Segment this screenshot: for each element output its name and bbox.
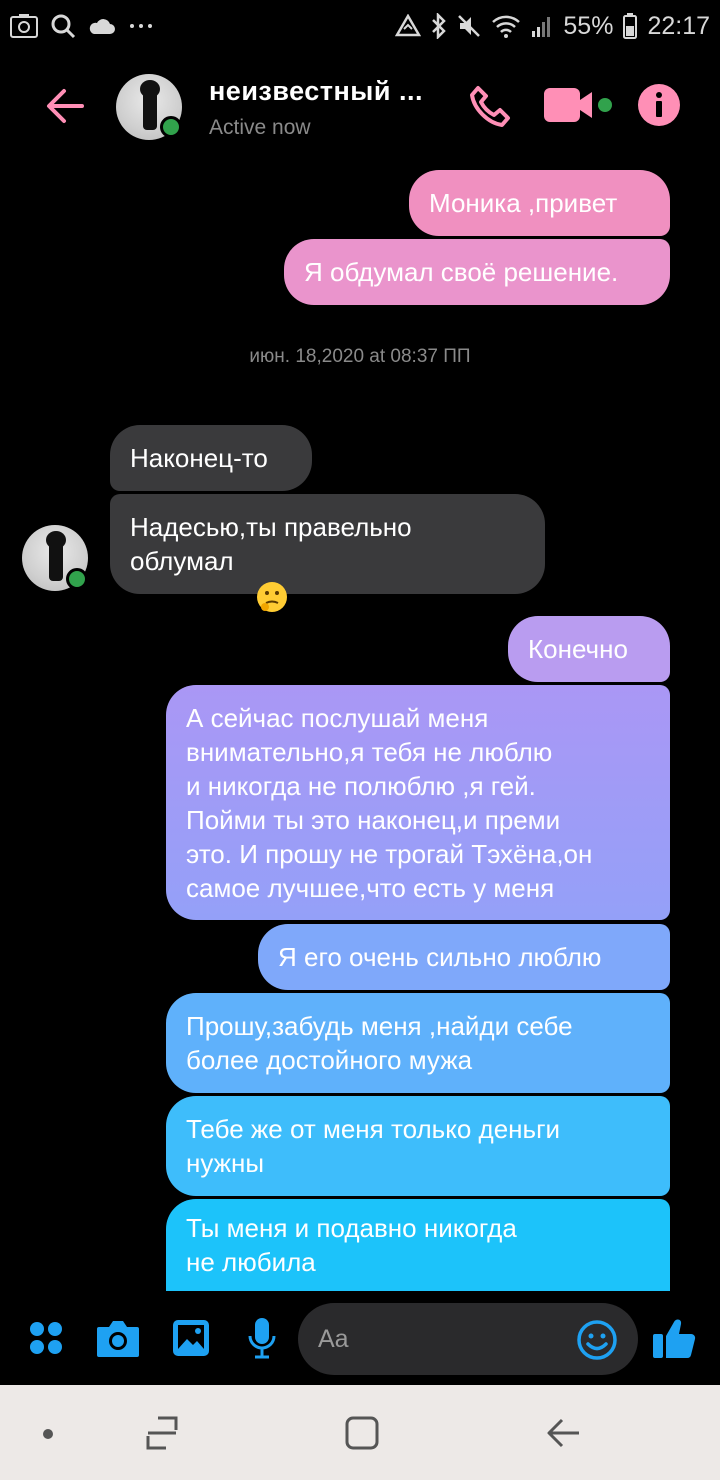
online-indicator: [66, 568, 88, 590]
message-received[interactable]: Наконец-то: [110, 425, 312, 491]
message-sent[interactable]: Я обдумал своё решение.: [284, 239, 670, 305]
mute-icon: [457, 14, 481, 38]
wifi-icon: [491, 14, 521, 38]
message-sent[interactable]: Я его очень сильно люблю: [258, 924, 670, 990]
message-timestamp: июн. 18,2020 at 08:37 ПП: [249, 346, 471, 367]
back-icon[interactable]: [546, 1415, 582, 1456]
video-call-icon[interactable]: [544, 86, 614, 131]
mic-icon[interactable]: [246, 1316, 278, 1365]
battery-percent: 55%: [563, 11, 614, 40]
home-icon[interactable]: [344, 1415, 380, 1456]
status-bar: 55% 22:17: [0, 0, 720, 52]
message-input[interactable]: Aa: [298, 1303, 638, 1375]
cloud-icon: [88, 16, 116, 36]
nav-dot-icon: [42, 1427, 54, 1445]
contact-name[interactable]: неизвестный ...: [209, 76, 423, 107]
signal-icon: [531, 15, 553, 37]
recents-icon[interactable]: [144, 1415, 180, 1456]
search-icon: [50, 13, 76, 39]
system-nav-bar: [0, 1385, 720, 1480]
message-sent[interactable]: А сейчас послушай меня внимательно,я теб…: [166, 685, 670, 920]
message-sent[interactable]: Конечно: [508, 616, 670, 682]
camera-icon[interactable]: [95, 1319, 141, 1364]
chat-header: неизвестный ... Active now: [0, 62, 720, 152]
battery-icon: [623, 13, 638, 39]
message-sent[interactable]: Ты меня и подавно никогда не любила: [166, 1199, 670, 1291]
message-composer: Aa: [0, 1300, 720, 1380]
contact-status: Active now: [209, 116, 311, 139]
message-sent[interactable]: Моника ,привет: [409, 170, 670, 236]
thumbs-up-icon[interactable]: [651, 1314, 697, 1367]
info-icon[interactable]: [637, 83, 681, 132]
message-sent[interactable]: Прошу,забудь меня ,найди себе более дост…: [166, 993, 670, 1093]
message-received[interactable]: Надесью,ты правельно облумал: [110, 494, 545, 612]
apps-icon[interactable]: [28, 1320, 64, 1361]
emoji-icon[interactable]: [576, 1319, 618, 1366]
screenshot-icon: [10, 14, 38, 38]
message-sent[interactable]: Тебе же от меня только деньги нужны: [166, 1096, 670, 1196]
message-input-placeholder: Aa: [318, 1325, 349, 1353]
bluetooth-icon: [431, 13, 447, 39]
image-icon[interactable]: [171, 1318, 211, 1363]
back-arrow-icon[interactable]: [44, 84, 88, 128]
data-saver-icon: [395, 14, 422, 38]
online-indicator: [160, 116, 182, 138]
thinking-face-icon: [255, 546, 289, 622]
phone-call-icon[interactable]: [468, 84, 512, 133]
more-icon: [128, 22, 154, 30]
clock: 22:17: [647, 11, 710, 40]
